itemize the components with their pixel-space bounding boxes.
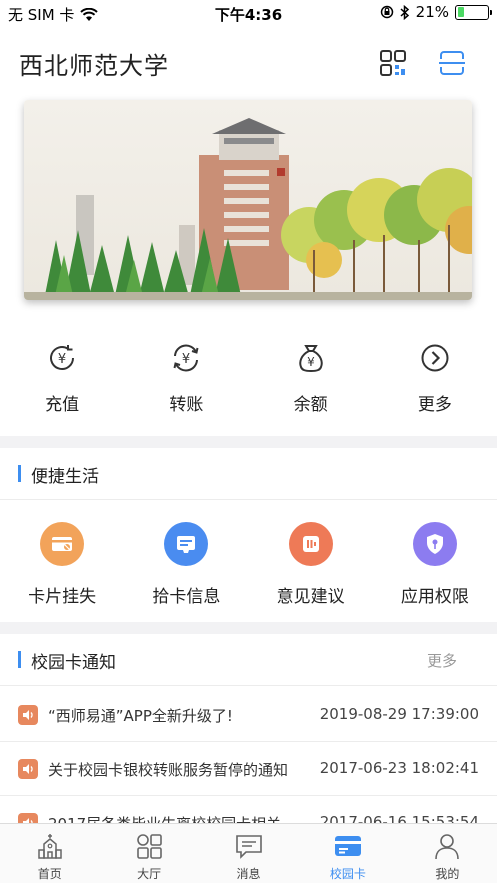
message-icon (235, 835, 262, 859)
life-services: 卡片挂失 拾卡信息 意见建议 应用权限 (0, 505, 497, 620)
life-item-feedback[interactable]: 意见建议 (249, 505, 373, 620)
quick-action-label: 余额 (293, 395, 328, 415)
tab-label: 校园卡 (329, 867, 366, 881)
card-loss-icon (40, 522, 85, 566)
speaker-icon (18, 759, 38, 779)
battery-icon (455, 4, 492, 20)
tab-label: 我的 (435, 867, 460, 881)
battery-fill (457, 7, 464, 17)
life-item-found-card[interactable]: 拾卡信息 (124, 505, 248, 620)
life-item-label: 卡片挂失 (28, 587, 97, 607)
qrcode-icon[interactable] (378, 48, 408, 78)
balance-icon: ¥ (298, 345, 323, 373)
life-item-permission[interactable]: 应用权限 (373, 505, 497, 620)
life-section-title: 便捷生活 (31, 467, 99, 487)
quick-action-transfer[interactable]: ¥ 转账 (124, 330, 248, 430)
notice-section-title: 校园卡通知 (31, 653, 116, 673)
life-item-label: 拾卡信息 (152, 587, 221, 607)
tab-profile[interactable]: 我的 (398, 824, 497, 883)
notice-section-header: 校园卡通知 更多 (0, 634, 497, 686)
tab-label: 大厅 (137, 867, 162, 881)
profile-icon (435, 834, 460, 860)
app-header: 西北师范大学 (0, 26, 497, 100)
section-divider (0, 436, 497, 448)
feedback-icon (288, 522, 333, 566)
campus-building-illustration (24, 100, 472, 300)
tab-label: 首页 (37, 867, 62, 881)
status-bar: 无 SIM 卡 下午4:36 21% (0, 0, 497, 26)
svg-text:¥: ¥ (307, 355, 315, 369)
page-title: 西北师范大学 (19, 52, 169, 80)
life-item-label: 应用权限 (400, 587, 469, 607)
recharge-icon: ¥ (50, 345, 75, 370)
svg-text:¥: ¥ (182, 352, 190, 367)
notice-item[interactable]: 关于校园卡银校转账服务暂停的通知 2017-06-23 18:02:41 (0, 742, 497, 796)
permission-icon (412, 522, 457, 566)
home-icon (37, 834, 62, 859)
found-card-icon (164, 522, 209, 566)
section-accent-bar (18, 465, 21, 482)
section-accent-bar (18, 651, 21, 668)
notice-time: 2017-06-23 18:02:41 (319, 759, 479, 777)
hall-icon (137, 834, 162, 859)
transfer-icon: ¥ (173, 344, 199, 372)
quick-actions: ¥ 充值 ¥ 转账 ¥ 余额 更多 (0, 330, 497, 430)
battery-percent: 21% (415, 3, 449, 21)
tab-home[interactable]: 首页 (0, 824, 99, 883)
life-item-label: 意见建议 (276, 587, 345, 607)
quick-action-label: 充值 (45, 395, 80, 415)
notice-title: 关于校园卡银校转账服务暂停的通知 (48, 761, 289, 779)
life-item-card-loss[interactable]: 卡片挂失 (0, 505, 124, 620)
campus-card-icon (334, 836, 361, 856)
svg-text:¥: ¥ (58, 352, 66, 367)
life-section-header: 便捷生活 (0, 448, 497, 500)
section-divider (0, 622, 497, 634)
campus-banner[interactable] (24, 100, 472, 300)
tab-messages[interactable]: 消息 (199, 824, 298, 883)
speaker-icon (18, 705, 38, 725)
quick-action-label: 更多 (417, 395, 452, 415)
quick-action-balance[interactable]: ¥ 余额 (249, 330, 373, 430)
notice-title: “西师易通”APP全新升级了! (48, 707, 233, 725)
notice-item[interactable]: “西师易通”APP全新升级了! 2019-08-29 17:39:00 (0, 688, 497, 742)
quick-action-recharge[interactable]: ¥ 充值 (0, 330, 124, 430)
notice-time: 2019-08-29 17:39:00 (319, 705, 479, 723)
bottom-tab-bar: 首页 大厅 消息 校园卡 我的 (0, 823, 497, 883)
tab-label: 消息 (236, 867, 261, 881)
more-arrow-icon (421, 344, 449, 372)
quick-action-more[interactable]: 更多 (373, 330, 497, 430)
orientation-lock-icon (380, 5, 393, 19)
status-right: 21% (380, 3, 492, 21)
notice-more-link[interactable]: 更多 (427, 650, 457, 671)
quick-action-label: 转账 (169, 395, 204, 415)
tab-hall[interactable]: 大厅 (99, 824, 198, 883)
bluetooth-icon (400, 4, 409, 20)
tab-campus-card[interactable]: 校园卡 (298, 824, 397, 883)
scan-icon[interactable] (437, 48, 467, 78)
